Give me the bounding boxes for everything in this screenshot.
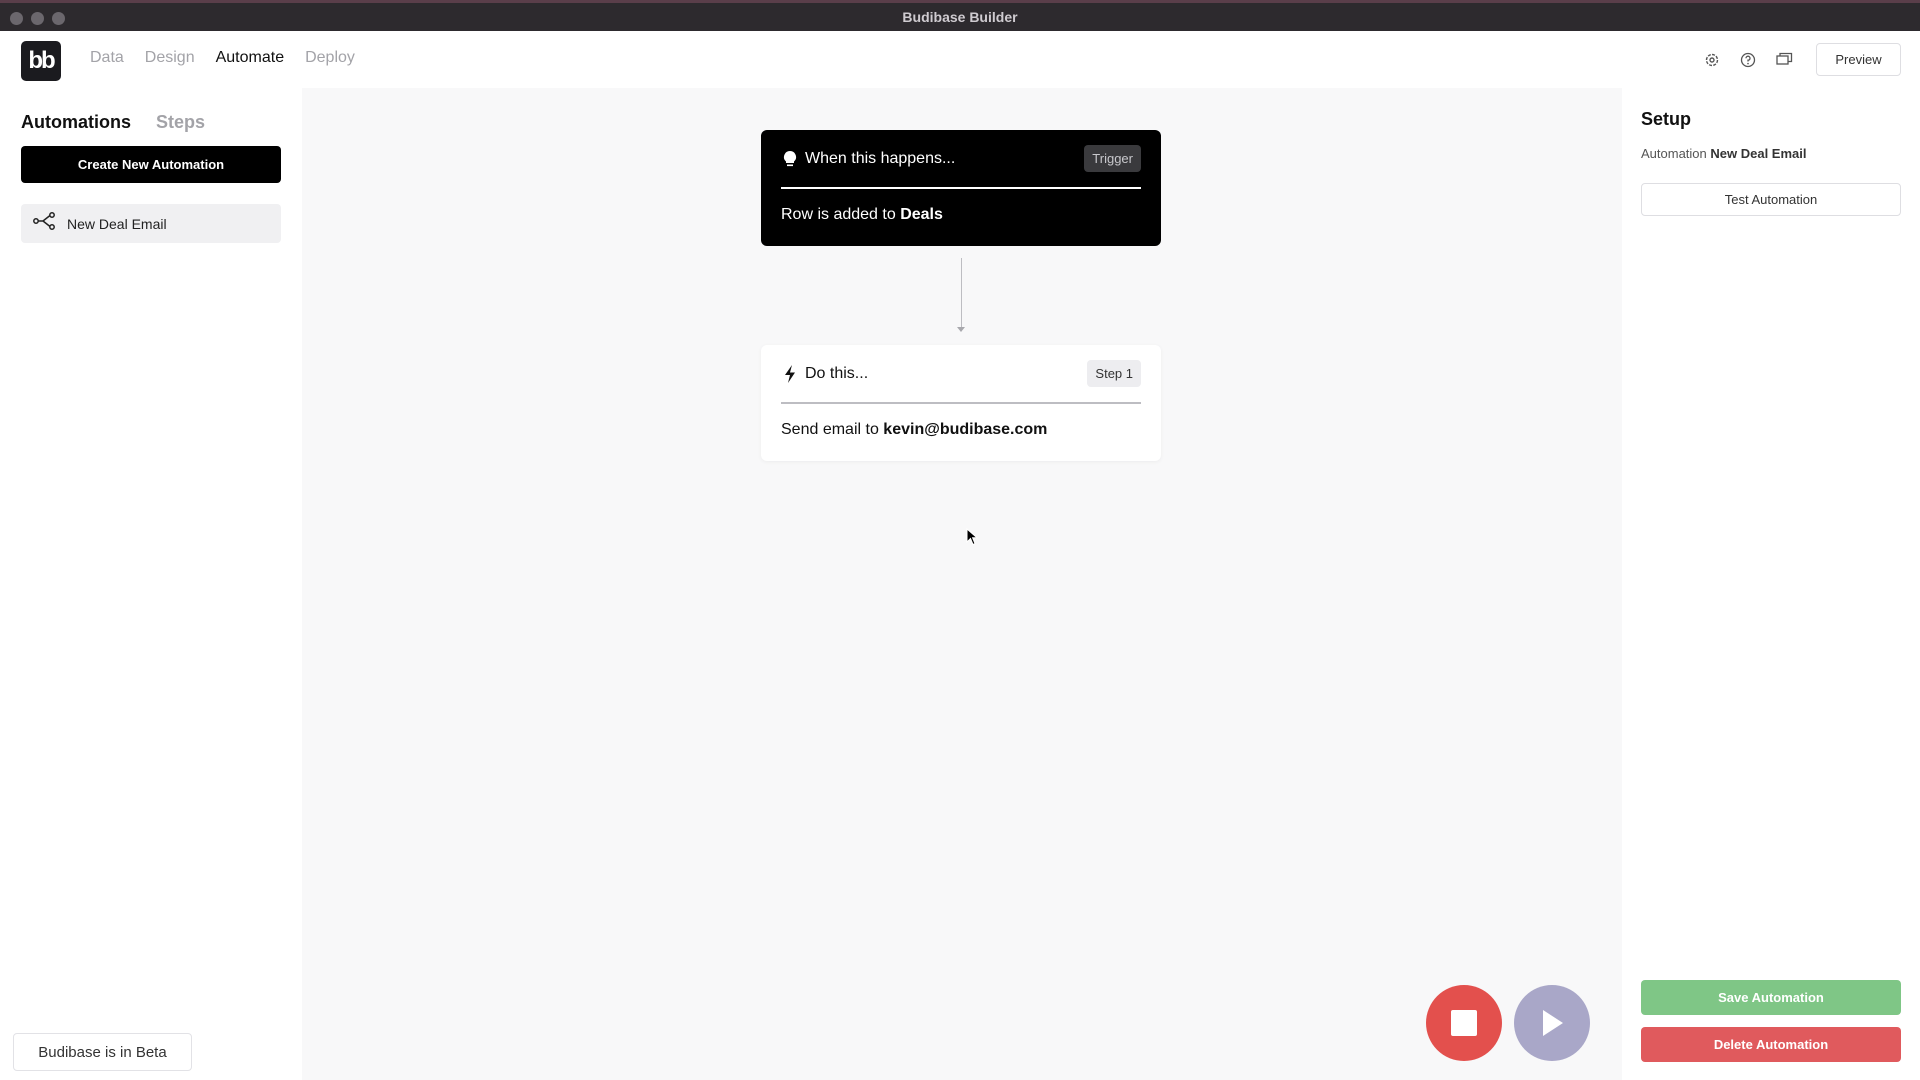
tab-design[interactable]: Design [145,49,195,67]
action-card[interactable]: Do this... Step 1 Send email to kevin@bu… [761,345,1161,461]
main-tabs: Data Design Automate Deploy [90,49,376,67]
trigger-card-header: When this happens... Trigger [781,130,1141,189]
action-title: Do this... [805,364,869,382]
play-button[interactable] [1514,985,1590,1061]
action-email-address: kevin@budibase.com [883,421,1048,438]
tab-automate[interactable]: Automate [216,49,284,67]
setup-panel: Setup Automation New Deal Email Test Aut… [1622,88,1920,1080]
delete-automation-button[interactable]: Delete Automation [1641,1027,1901,1062]
setup-title: Setup [1641,109,1692,129]
trigger-tag: Trigger [1084,145,1141,172]
action-description-text: Send email to [781,421,879,438]
flow-connector-line [961,258,962,330]
stop-icon [1451,1010,1477,1036]
save-automation-button[interactable]: Save Automation [1641,980,1901,1015]
automation-name: New Deal Email [1710,146,1807,161]
tab-steps[interactable]: Steps [156,112,205,133]
window-title: Budibase Builder [902,9,1018,25]
mouse-cursor-icon [966,527,979,551]
action-card-header: Do this... Step 1 [781,345,1141,404]
action-step-tag: Step 1 [1087,360,1141,387]
trigger-title: When this happens... [805,149,956,167]
flow-connector-arrow [957,327,965,332]
stop-recording-button[interactable] [1426,985,1502,1061]
play-icon [1543,1010,1563,1036]
topnav-actions: Preview [1702,43,1901,76]
test-automation-button[interactable]: Test Automation [1641,183,1901,216]
trigger-card[interactable]: When this happens... Trigger Row is adde… [761,130,1161,246]
trigger-table-name: Deals [900,206,943,223]
sidebar-tabs: Automations Steps [21,112,230,133]
create-automation-button[interactable]: Create New Automation [21,146,281,183]
settings-icon[interactable] [1702,50,1722,70]
beta-badge: Budibase is in Beta [13,1033,192,1071]
preview-button[interactable]: Preview [1816,43,1901,76]
tab-automations[interactable]: Automations [21,112,131,133]
automation-label: Automation [1641,146,1707,161]
automations-sidebar: Automations Steps Create New Automation … [0,88,302,1080]
lightbulb-icon [781,150,799,168]
automation-item-new-deal-email[interactable]: New Deal Email [21,204,281,243]
help-icon[interactable] [1738,50,1758,70]
top-navigation: bb Data Design Automate Deploy Preview [0,31,1920,88]
automation-name-line: Automation New Deal Email [1641,146,1807,161]
flow-icon [33,212,55,235]
feedback-icon[interactable] [1774,50,1794,70]
close-window-button[interactable] [10,12,23,25]
trigger-description-text: Row is added to [781,206,896,223]
automation-item-label: New Deal Email [67,215,167,232]
maximize-window-button[interactable] [52,12,65,25]
window-controls[interactable] [10,12,65,25]
tab-data[interactable]: Data [90,49,124,67]
tab-deploy[interactable]: Deploy [305,49,355,67]
lightning-icon [781,364,799,383]
action-description: Send email to kevin@budibase.com [781,404,1141,439]
budibase-logo[interactable]: bb [21,41,61,81]
minimize-window-button[interactable] [31,12,44,25]
window-titlebar: Budibase Builder [0,0,1920,31]
trigger-description: Row is added to Deals [781,189,1141,224]
